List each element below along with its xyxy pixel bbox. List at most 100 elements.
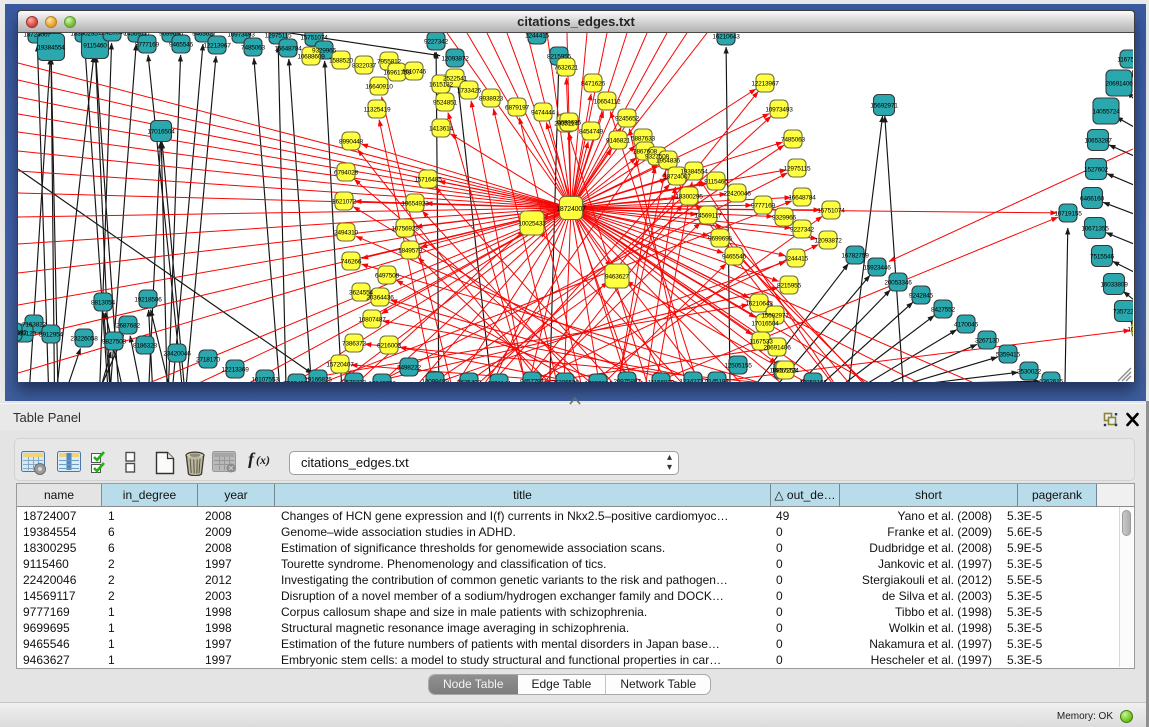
svg-text:23420046: 23420046 [163,351,191,358]
svg-text:1610746: 1610746 [402,69,426,76]
svg-text:10973493: 10973493 [227,33,255,39]
svg-text:10719155: 10719155 [1054,211,1082,218]
svg-text:9245652: 9245652 [615,116,639,123]
svg-text:8427552: 8427552 [931,307,955,314]
svg-text:19384554: 19384554 [680,169,708,176]
svg-text:12213967: 12213967 [203,43,231,50]
svg-text:7955812: 7955812 [377,59,401,66]
svg-text:9699695: 9699695 [159,33,183,38]
svg-text:11325419: 11325419 [364,107,391,114]
svg-text:8578333: 8578333 [342,380,366,383]
svg-text:16046798: 16046798 [368,381,396,383]
svg-text:20053346: 20053346 [884,280,912,287]
svg-text:9463627: 9463627 [192,33,216,38]
svg-text:20691406: 20691406 [1105,81,1133,88]
svg-text:1691144: 1691144 [487,381,511,383]
svg-text:8322037: 8322037 [352,63,376,70]
svg-text:17359924: 17359924 [584,381,612,383]
svg-text:1588520: 1588520 [329,58,353,65]
svg-text:12505155: 12505155 [724,363,752,370]
svg-text:14569117: 14569117 [695,213,722,220]
svg-text:9146821: 9146821 [606,138,630,145]
svg-text:12093872: 12093872 [441,56,469,63]
svg-text:18300295: 18300295 [70,33,98,38]
svg-text:4170046: 4170046 [954,322,978,329]
svg-text:18724007: 18724007 [556,206,586,213]
svg-text:8471626: 8471626 [581,81,605,88]
svg-text:1145193: 1145193 [705,379,729,383]
svg-text:8454749: 8454749 [579,129,603,136]
svg-text:17016504: 17016504 [751,321,779,328]
svg-text:6879197: 6879197 [505,105,529,112]
svg-text:22420046: 22420046 [723,191,751,198]
svg-text:10543382: 10543382 [18,330,27,337]
svg-text:20364436: 20364436 [366,295,394,302]
svg-text:22420046: 22420046 [98,33,126,37]
svg-text:6794028: 6794028 [334,170,358,177]
svg-text:10807487: 10807487 [358,317,386,324]
svg-text:9827508: 9827508 [102,339,126,346]
svg-text:0699695: 0699695 [557,120,581,127]
svg-text:9524851: 9524851 [433,100,457,107]
svg-text:12213369: 12213369 [221,367,249,374]
svg-text:7515546: 7515546 [1090,254,1114,261]
svg-text:8912954: 8912954 [39,332,63,339]
svg-text:1362615: 1362615 [1039,379,1063,383]
svg-text:8215955: 8215955 [777,283,801,290]
svg-text:7632621: 7632621 [554,65,578,72]
svg-text:9777169: 9777169 [135,42,159,49]
svg-text:19384554: 19384554 [37,45,65,52]
svg-text:19218506: 19218506 [134,297,162,304]
svg-text:11156829: 11156829 [648,380,675,383]
svg-text:14569117: 14569117 [124,33,151,38]
svg-text:1954836: 1954836 [656,158,680,165]
svg-text:16210643: 16210643 [712,34,740,41]
svg-text:6466160: 6466160 [1080,196,1104,203]
svg-text:2522541: 2522541 [443,76,467,83]
svg-text:23226058: 23226058 [70,336,98,343]
svg-text:16640910: 16640910 [365,84,393,91]
svg-text:7485063: 7485063 [241,45,265,52]
svg-text:15692971: 15692971 [761,313,789,320]
svg-text:3267130: 3267130 [975,338,999,345]
svg-text:8186328: 8186328 [133,343,157,350]
svg-text:12975115: 12975115 [784,166,811,173]
svg-text:6216003: 6216003 [377,343,401,350]
svg-text:19654923: 19654923 [401,201,429,208]
svg-text:8813054: 8813054 [91,300,115,307]
svg-text:1527602: 1527602 [1084,167,1108,174]
svg-text:9699695: 9699695 [708,236,732,243]
svg-text:9463627: 9463627 [605,274,629,281]
svg-text:10756928: 10756928 [391,226,419,233]
svg-text:2687682: 2687682 [116,323,140,330]
svg-text:1244415: 1244415 [525,33,549,40]
svg-text:10653287: 10653287 [1084,138,1112,145]
svg-text:14055724: 14055724 [1092,109,1120,116]
svg-text:(x): (x) [256,453,270,467]
svg-text:10653287: 10653287 [1127,327,1133,334]
svg-text:14099489: 14099489 [421,379,449,383]
svg-text:3498222: 3498222 [397,365,421,372]
svg-text:16648784: 16648784 [788,195,816,202]
svg-text:2530022: 2530022 [1017,369,1041,376]
svg-text:15923446: 15923446 [863,265,891,272]
svg-text:20691406: 20691406 [763,345,791,352]
svg-text:10654112: 10654112 [594,99,621,106]
svg-text:10973493: 10973493 [765,107,793,114]
svg-text:5359415: 5359415 [996,352,1020,359]
svg-text:10025433: 10025433 [518,221,546,228]
svg-text:1615132: 1615132 [429,82,453,89]
svg-text:18724007: 18724007 [23,33,51,39]
svg-text:1413614: 1413614 [429,126,453,133]
svg-text:7386372: 7386372 [342,341,366,348]
svg-text:7485063: 7485063 [781,137,805,144]
svg-text:9474444: 9474444 [531,110,555,117]
svg-text:9115460: 9115460 [83,43,107,50]
svg-text:9465546: 9465546 [169,42,193,49]
svg-text:1849579: 1849579 [398,248,422,255]
svg-text:9227342: 9227342 [790,227,814,234]
svg-text:8215955: 8215955 [547,54,571,61]
svg-text:10958167: 10958167 [799,380,827,383]
svg-text:16648784: 16648784 [274,46,302,53]
svg-text:10688609: 10688609 [297,54,325,61]
